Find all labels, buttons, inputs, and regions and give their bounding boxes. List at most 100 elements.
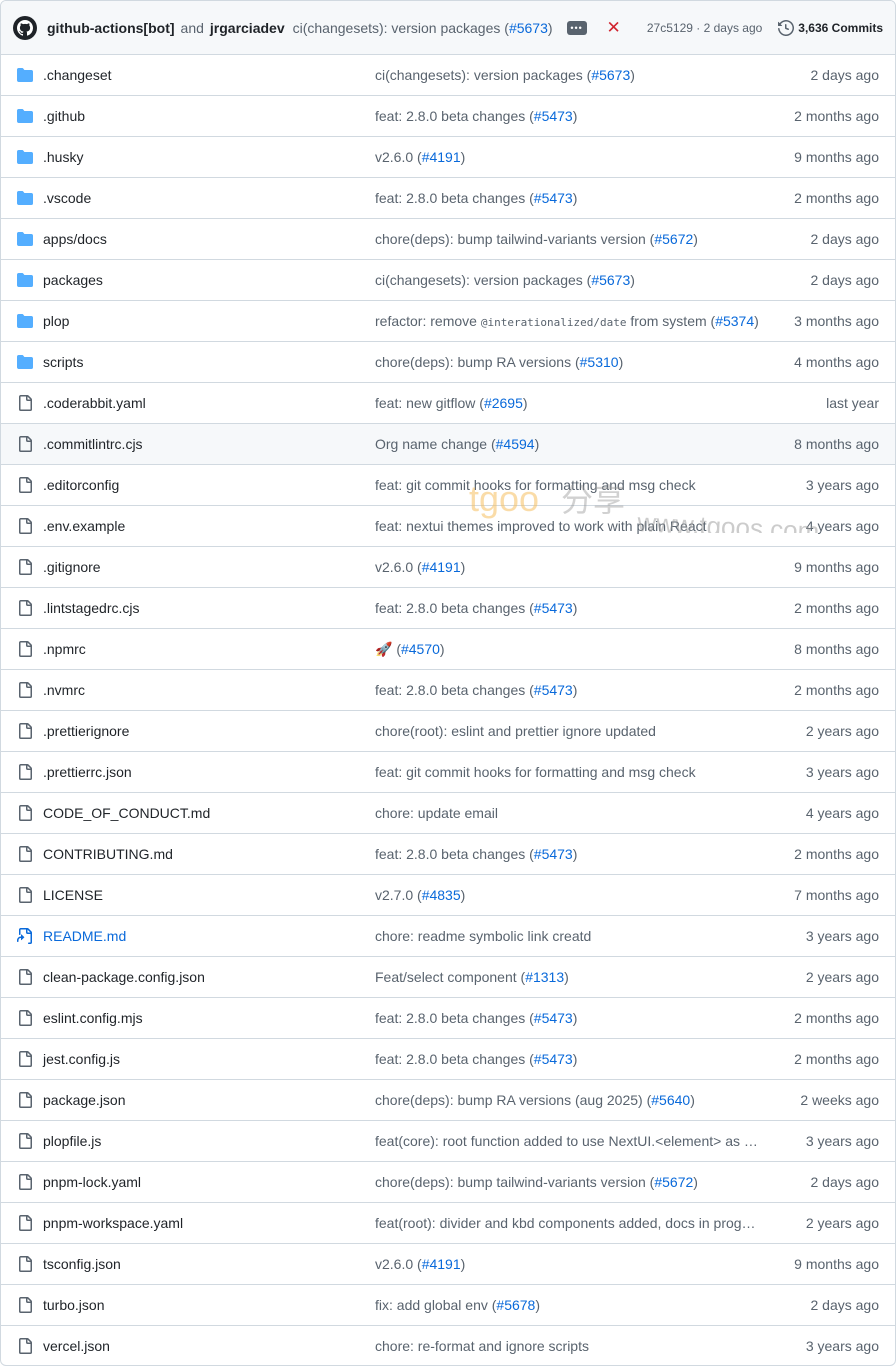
file-name-link[interactable]: package.json [43, 1092, 126, 1108]
commit-pr-link[interactable]: #5673 [509, 20, 548, 36]
file-row[interactable]: pnpm-workspace.yaml feat(root): divider a… [1, 1203, 895, 1244]
last-commit-date[interactable]: 2 months ago [794, 846, 879, 862]
pull-request-link[interactable]: #5473 [534, 108, 573, 124]
file-name-link[interactable]: .husky [43, 149, 83, 165]
commit-message-link[interactable]: feat: nextui themes improved to work wit… [375, 518, 759, 534]
last-commit-date[interactable]: 2 months ago [794, 108, 879, 124]
last-commit-date[interactable]: 8 months ago [794, 436, 879, 452]
last-commit-date[interactable]: 3 years ago [806, 1338, 879, 1354]
file-row[interactable]: package.json chore(deps): bump RA version… [1, 1080, 895, 1121]
last-commit-date[interactable]: 2 years ago [806, 969, 879, 985]
commit-message-link[interactable]: chore: readme symbolic link creatd [375, 928, 759, 944]
commit-message-link[interactable]: refactor: remove @interationalized/date … [375, 313, 759, 329]
pull-request-link[interactable]: #4835 [422, 887, 461, 903]
pull-request-link[interactable]: #5310 [580, 354, 619, 370]
pull-request-link[interactable]: #5473 [534, 846, 573, 862]
pull-request-link[interactable]: #1313 [525, 969, 564, 985]
last-commit-date[interactable]: 8 months ago [794, 641, 879, 657]
last-commit-date[interactable]: 2 years ago [806, 1215, 879, 1231]
file-row[interactable]: packages ci(changesets): version packages… [1, 260, 895, 301]
latest-commit-message[interactable]: ci(changesets): version packages (#5673) [293, 20, 553, 36]
file-name-link[interactable]: .coderabbit.yaml [43, 395, 146, 411]
last-commit-date[interactable]: 7 months ago [794, 887, 879, 903]
file-name-link[interactable]: .prettierrc.json [43, 764, 132, 780]
file-row[interactable]: .vscode feat: 2.8.0 beta changes (#5473) 2… [1, 178, 895, 219]
last-commit-date[interactable]: 2 months ago [794, 600, 879, 616]
commit-message-link[interactable]: feat: 2.8.0 beta changes (#5473) [375, 600, 759, 616]
file-name-link[interactable]: README.md [43, 928, 126, 944]
file-name-link[interactable]: .commitlintrc.cjs [43, 436, 143, 452]
last-commit-date[interactable]: 2 months ago [794, 190, 879, 206]
last-commit-date[interactable]: 3 years ago [806, 764, 879, 780]
last-commit-date[interactable]: 3 years ago [806, 477, 879, 493]
last-commit-date[interactable]: 2 days ago [811, 272, 880, 288]
file-name-link[interactable]: jest.config.js [43, 1051, 120, 1067]
pull-request-link[interactable]: #5473 [534, 682, 573, 698]
file-name-link[interactable]: pnpm-lock.yaml [43, 1174, 141, 1190]
expand-commit-message-button[interactable]: ••• [566, 20, 587, 35]
commit-message-link[interactable]: Org name change (#4594) [375, 436, 759, 452]
file-row[interactable]: scripts chore(deps): bump RA versions (#5… [1, 342, 895, 383]
file-name-link[interactable]: CONTRIBUTING.md [43, 846, 173, 862]
pull-request-link[interactable]: #4191 [422, 149, 461, 165]
file-name-link[interactable]: .prettierignore [43, 723, 129, 739]
file-row[interactable]: clean-package.config.json Feat/select com… [1, 957, 895, 998]
file-row[interactable]: README.md chore: readme symbolic link cre… [1, 916, 895, 957]
file-name-link[interactable]: .editorconfig [43, 477, 119, 493]
pull-request-link[interactable]: #5673 [591, 272, 630, 288]
file-name-link[interactable]: scripts [43, 354, 83, 370]
commit-message-link[interactable]: feat: 2.8.0 beta changes (#5473) [375, 1010, 759, 1026]
last-commit-date[interactable]: 9 months ago [794, 149, 879, 165]
commit-message-link[interactable]: chore(deps): bump RA versions (aug 2025)… [375, 1092, 759, 1108]
last-commit-date[interactable]: 9 months ago [794, 559, 879, 575]
commit-message-link[interactable]: v2.6.0 (#4191) [375, 1256, 759, 1272]
file-row[interactable]: .prettierrc.json feat: git commit hooks f… [1, 752, 895, 793]
pull-request-link[interactable]: #5473 [534, 190, 573, 206]
last-commit-date[interactable]: 2 months ago [794, 1051, 879, 1067]
pull-request-link[interactable]: #4570 [401, 641, 440, 657]
file-name-link[interactable]: .github [43, 108, 85, 124]
commit-sha-time[interactable]: 27c5129 · 2 days ago [647, 21, 762, 35]
pull-request-link[interactable]: #5473 [534, 1051, 573, 1067]
commit-message-link[interactable]: fix: add global env (#5678) [375, 1297, 759, 1313]
file-row[interactable]: pnpm-lock.yaml chore(deps): bump tailwind… [1, 1162, 895, 1203]
pull-request-link[interactable]: #5673 [591, 67, 630, 83]
commit-message-link[interactable]: chore(deps): bump tailwind-variants vers… [375, 231, 759, 247]
file-row[interactable]: .commitlintrc.cjs Org name change (#4594)… [1, 424, 895, 465]
file-name-link[interactable]: .nvmrc [43, 682, 85, 698]
file-row[interactable]: plopfile.js feat(core): root function add… [1, 1121, 895, 1162]
commit-message-link[interactable]: v2.7.0 (#4835) [375, 887, 759, 903]
file-name-link[interactable]: plop [43, 313, 69, 329]
file-row[interactable]: apps/docs chore(deps): bump tailwind-vari… [1, 219, 895, 260]
commits-history-link[interactable]: 3,636 Commits [778, 19, 883, 36]
file-name-link[interactable]: pnpm-workspace.yaml [43, 1215, 183, 1231]
file-row[interactable]: .nvmrc feat: 2.8.0 beta changes (#5473) 2 … [1, 670, 895, 711]
pull-request-link[interactable]: #5473 [534, 600, 573, 616]
file-row[interactable]: jest.config.js feat: 2.8.0 beta changes (… [1, 1039, 895, 1080]
file-name-link[interactable]: .lintstagedrc.cjs [43, 600, 139, 616]
last-commit-date[interactable]: 2 days ago [811, 1174, 880, 1190]
commit-message-link[interactable]: chore: re-format and ignore scripts [375, 1338, 759, 1354]
file-name-link[interactable]: turbo.json [43, 1297, 104, 1313]
file-name-link[interactable]: .gitignore [43, 559, 101, 575]
commit-message-link[interactable]: feat(root): divider and kbd components a… [375, 1215, 759, 1231]
file-row[interactable]: .prettierignore chore(root): eslint and p… [1, 711, 895, 752]
file-row[interactable]: CONTRIBUTING.md feat: 2.8.0 beta changes … [1, 834, 895, 875]
pull-request-link[interactable]: #5473 [534, 1010, 573, 1026]
file-name-link[interactable]: .npmrc [43, 641, 86, 657]
commit-message-link[interactable]: 🚀 (#4570) [375, 641, 759, 658]
commit-message-link[interactable]: chore(deps): bump tailwind-variants vers… [375, 1174, 759, 1190]
file-row[interactable]: .env.example feat: nextui themes improved… [1, 506, 895, 547]
file-name-link[interactable]: apps/docs [43, 231, 107, 247]
file-name-link[interactable]: eslint.config.mjs [43, 1010, 143, 1026]
pull-request-link[interactable]: #2695 [484, 395, 523, 411]
last-commit-date[interactable]: last year [826, 395, 879, 411]
commit-author[interactable]: github-actions[bot] [47, 20, 175, 36]
commit-message-link[interactable]: chore(root): eslint and prettier ignore … [375, 723, 759, 739]
file-row[interactable]: .gitignore v2.6.0 (#4191) 9 months ago [1, 547, 895, 588]
commit-message-link[interactable]: chore(deps): bump RA versions (#5310) [375, 354, 759, 370]
pull-request-link[interactable]: #5678 [496, 1297, 535, 1313]
file-name-link[interactable]: clean-package.config.json [43, 969, 205, 985]
commit-coauthor[interactable]: jrgarciadev [210, 20, 285, 36]
last-commit-date[interactable]: 2 years ago [806, 723, 879, 739]
